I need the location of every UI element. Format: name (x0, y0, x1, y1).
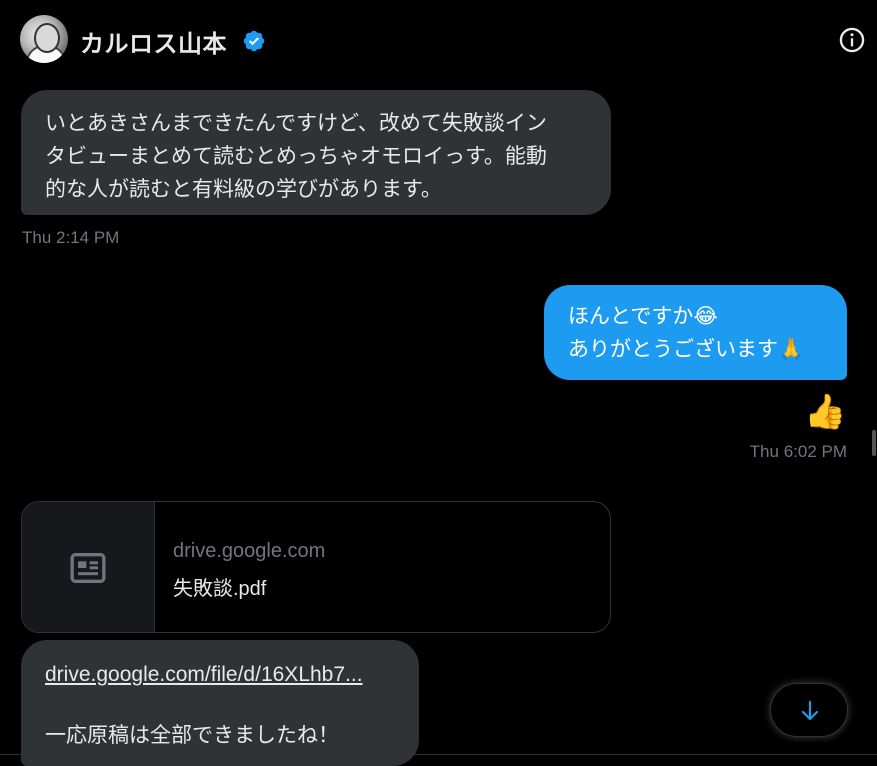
link-preview-card[interactable]: drive.google.com 失敗談.pdf (21, 501, 611, 633)
conversation-header: カルロス山本 (0, 0, 877, 80)
info-icon[interactable] (838, 26, 866, 54)
message-line: 的な人が読むと有料級の学びがあります。 (45, 178, 442, 201)
dm-conversation: カルロス山本 いとあきさんまできたんですけど、改めて失敗談イン タビューまとめて… (0, 0, 877, 766)
scrollbar[interactable] (872, 430, 876, 456)
arrow-down-icon (801, 700, 819, 721)
link-card-domain: drive.google.com (173, 540, 326, 562)
verified-badge-icon (243, 30, 265, 52)
link-card-title: 失敗談.pdf (173, 578, 267, 600)
incoming-message[interactable]: drive.google.com/file/d/16XLhb7... 一応原稿は… (21, 640, 419, 766)
message-line: タビューまとめて読むとめっちゃオモロイっす。能動 (45, 145, 547, 168)
message-line: いとあきさんまできたんですけど、改めて失敗談イン (45, 112, 547, 135)
avatar[interactable] (20, 15, 68, 63)
message-line: 一応原稿は全部できましたね！ (45, 724, 339, 747)
contact-name[interactable]: カルロス山本 (80, 24, 227, 59)
outgoing-message[interactable]: ほんとですか😂 ありがとうございます🙏 (544, 285, 847, 380)
divider (0, 754, 877, 755)
message-link[interactable]: drive.google.com/file/d/16XLhb7... (45, 658, 395, 691)
link-card-thumbnail (22, 502, 155, 632)
message-line: ほんとですか😂 (568, 305, 718, 328)
news-article-icon (70, 553, 106, 583)
message-timestamp: Thu 6:02 PM (749, 442, 847, 461)
thumbs-up-reaction[interactable]: 👍 (804, 392, 846, 432)
incoming-message[interactable]: いとあきさんまできたんですけど、改めて失敗談イン タビューまとめて読むとめっちゃ… (21, 90, 611, 215)
scroll-to-bottom-button[interactable] (770, 683, 848, 737)
message-line: ありがとうございます🙏 (568, 338, 805, 361)
message-timestamp: Thu 2:14 PM (22, 228, 120, 247)
